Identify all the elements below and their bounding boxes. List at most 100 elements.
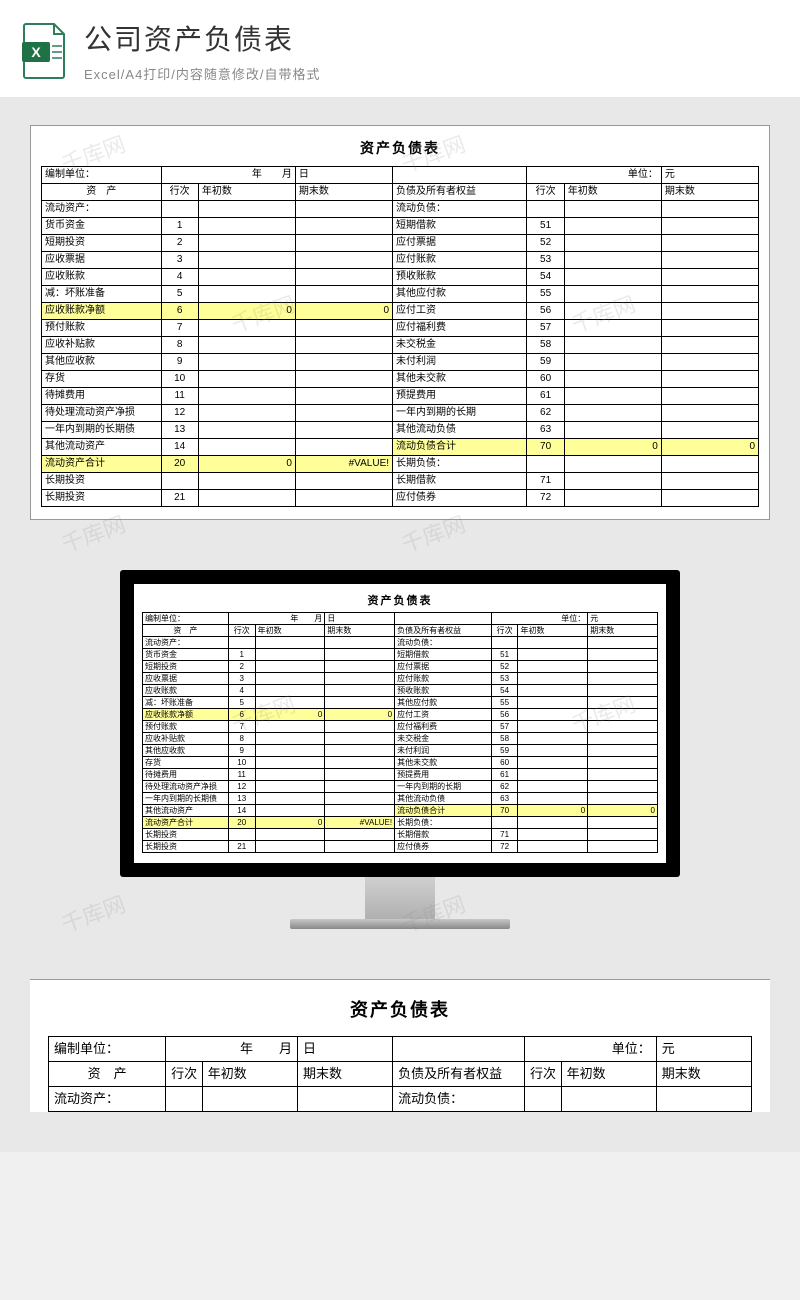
monitor-stand	[365, 877, 435, 919]
asset-begin	[198, 218, 295, 235]
liab-end	[661, 286, 758, 303]
liab-name: 应付账款	[395, 673, 492, 685]
asset-end	[325, 673, 395, 685]
asset-end	[325, 733, 395, 745]
asset-end	[295, 371, 392, 388]
liab-name: 预收账款	[395, 685, 492, 697]
liab-rowno: 63	[491, 793, 518, 805]
liab-rowno	[491, 637, 518, 649]
liab-begin	[564, 490, 661, 507]
asset-name: 其他应收款	[143, 745, 229, 757]
liab-rowno: 54	[527, 269, 564, 286]
liab-end	[661, 269, 758, 286]
asset-rowno: 14	[161, 439, 198, 456]
asset-rowno: 9	[228, 745, 255, 757]
col-begin: 年初数	[564, 184, 661, 201]
asset-begin	[198, 371, 295, 388]
asset-name: 待处理流动资产净损	[143, 781, 229, 793]
col-rowno: 行次	[166, 1062, 203, 1087]
asset-end	[295, 422, 392, 439]
asset-rowno: 3	[228, 673, 255, 685]
liab-end	[588, 781, 658, 793]
liab-end	[588, 757, 658, 769]
liab-name: 流动负债合计	[395, 805, 492, 817]
liab-begin	[518, 649, 588, 661]
col-end: 期末数	[661, 184, 758, 201]
asset-rowno: 13	[161, 422, 198, 439]
liab-end	[661, 354, 758, 371]
liab-end	[588, 661, 658, 673]
asset-begin	[255, 661, 325, 673]
asset-name: 应收账款净额	[143, 709, 229, 721]
liab-begin	[518, 709, 588, 721]
asset-begin	[255, 757, 325, 769]
liab-end	[661, 201, 758, 218]
asset-name: 短期投资	[143, 661, 229, 673]
col-asset: 资 产	[42, 184, 162, 201]
liab-rowno: 53	[527, 252, 564, 269]
col-liab: 负债及所有者权益	[393, 1062, 525, 1087]
liab-begin	[564, 337, 661, 354]
liab-rowno: 58	[491, 733, 518, 745]
balance-sheet-table: 编制单位：年 月日单位：元资 产行次年初数期末数负债及所有者权益行次年初数期末数…	[142, 612, 658, 853]
liab-name: 应付债券	[393, 490, 527, 507]
liab-rowno: 54	[491, 685, 518, 697]
liab-name: 预收账款	[393, 269, 527, 286]
liab-end	[588, 745, 658, 757]
liab-name: 短期借款	[395, 649, 492, 661]
asset-end: #VALUE!	[325, 817, 395, 829]
asset-begin	[198, 490, 295, 507]
balance-sheet-table: 编制单位：年 月日单位：元资 产行次年初数期末数负债及所有者权益行次年初数期末数…	[48, 1036, 752, 1112]
liab-end	[661, 235, 758, 252]
liab-name: 流动负债：	[393, 1087, 525, 1112]
liab-rowno: 58	[527, 337, 564, 354]
asset-rowno: 1	[228, 649, 255, 661]
liab-rowno	[527, 456, 564, 473]
liab-begin	[518, 673, 588, 685]
asset-begin	[198, 388, 295, 405]
asset-rowno	[161, 473, 198, 490]
asset-rowno: 8	[161, 337, 198, 354]
asset-end	[325, 781, 395, 793]
liab-begin	[518, 637, 588, 649]
liab-begin	[564, 269, 661, 286]
liab-rowno: 70	[527, 439, 564, 456]
asset-rowno	[228, 637, 255, 649]
asset-end	[325, 841, 395, 853]
asset-begin	[198, 405, 295, 422]
asset-begin	[198, 422, 295, 439]
col-begin: 年初数	[561, 1062, 656, 1087]
asset-name: 应收账款净额	[42, 303, 162, 320]
asset-name: 应收票据	[42, 252, 162, 269]
asset-begin	[202, 1087, 297, 1112]
asset-end	[325, 793, 395, 805]
asset-end	[325, 829, 395, 841]
asset-rowno: 21	[161, 490, 198, 507]
col-rowno: 行次	[491, 625, 518, 637]
liab-begin: 0	[518, 805, 588, 817]
liab-begin	[518, 793, 588, 805]
liab-end	[588, 829, 658, 841]
preview-area: 千库网 千库网 千库网 千库网 千库网 千库网 千库网 千库网 千库网 千库网 …	[0, 97, 800, 1152]
liab-end	[588, 841, 658, 853]
liab-end	[661, 490, 758, 507]
asset-name: 待摊费用	[143, 769, 229, 781]
asset-begin	[198, 235, 295, 252]
asset-begin	[198, 269, 295, 286]
liab-begin	[564, 473, 661, 490]
asset-name: 长期投资	[143, 829, 229, 841]
liab-begin	[564, 303, 661, 320]
liab-rowno: 56	[527, 303, 564, 320]
col-end: 期末数	[297, 1062, 392, 1087]
asset-name: 长期投资	[42, 473, 162, 490]
asset-name: 存货	[143, 757, 229, 769]
asset-begin: 0	[198, 456, 295, 473]
liab-end	[661, 456, 758, 473]
asset-rowno	[161, 201, 198, 218]
liab-end	[661, 252, 758, 269]
liab-begin	[564, 422, 661, 439]
liab-name: 应付工资	[393, 303, 527, 320]
monitor-base	[290, 919, 510, 929]
liab-end	[588, 817, 658, 829]
col-begin: 年初数	[202, 1062, 297, 1087]
